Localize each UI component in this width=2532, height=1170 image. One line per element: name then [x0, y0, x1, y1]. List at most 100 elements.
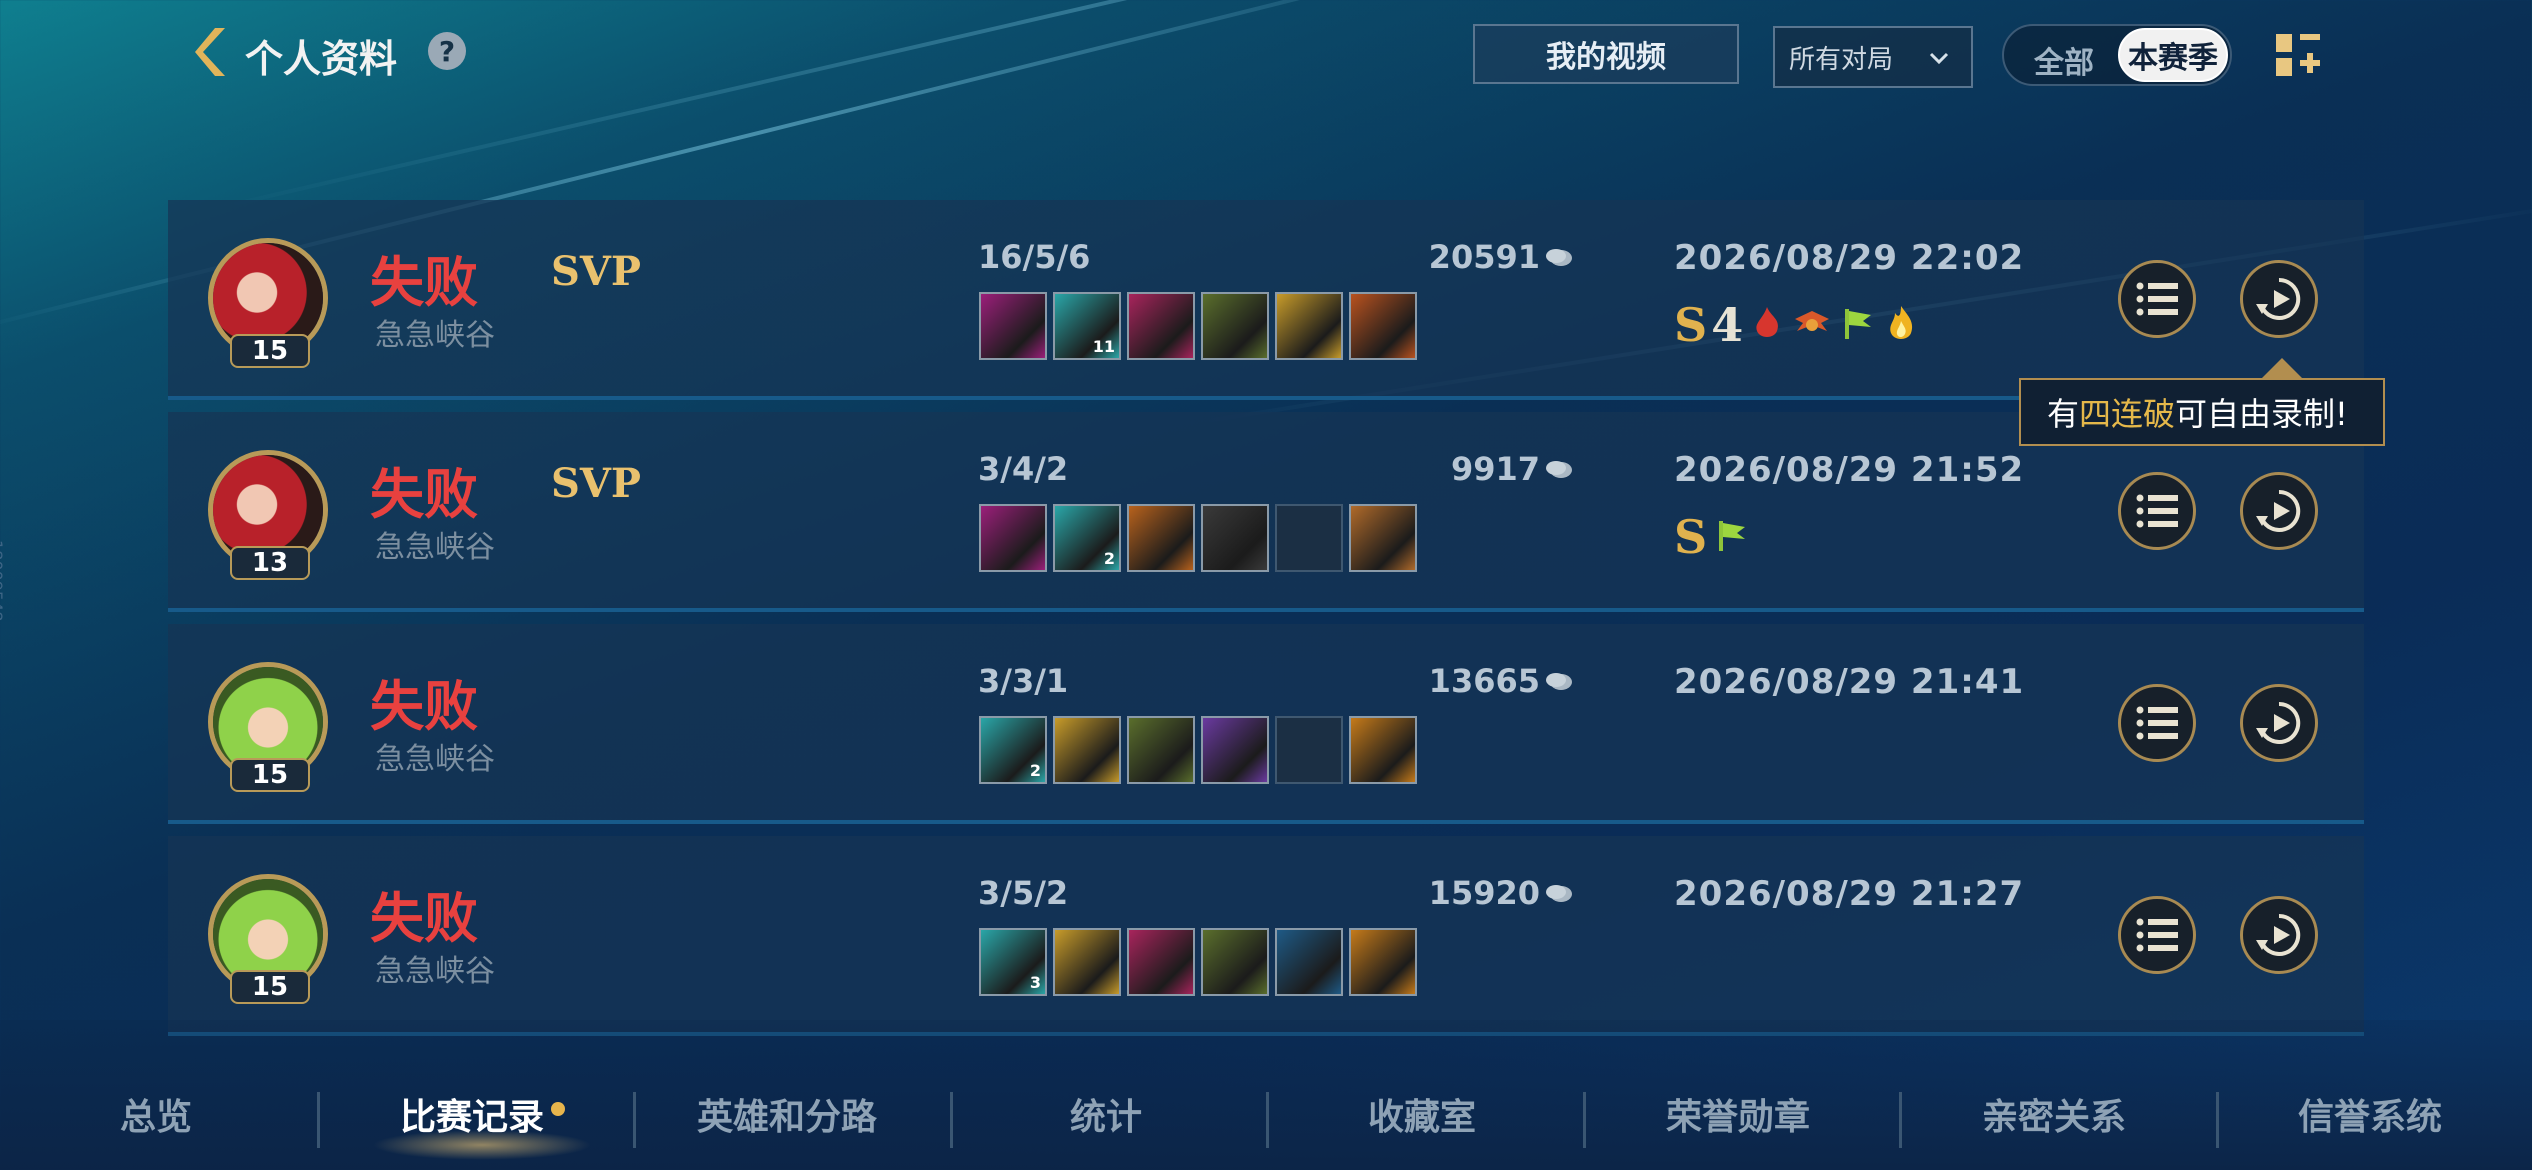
side-id: 18009548 [0, 540, 6, 622]
match-row[interactable]: 15 失败 急急峡谷 SVP 16/5/6 20591 11 2026/08/29 22:02… [168, 200, 2364, 400]
rating-s-badge: S [1674, 298, 1708, 352]
game-mode: 急急峡谷 [375, 954, 495, 989]
nav-divider [2216, 1092, 2219, 1148]
item-list: 11 [979, 292, 1417, 360]
item-stack-count: 3 [1029, 973, 1041, 992]
coin-icon [1546, 249, 1572, 266]
item-icon [1053, 928, 1121, 996]
match-detail-button[interactable] [2118, 684, 2196, 762]
nav-overview[interactable]: 总览 [120, 1088, 192, 1140]
item-icon [979, 504, 1047, 572]
nav-relationships[interactable]: 亲密关系 [1982, 1088, 2126, 1140]
item-icon [1201, 504, 1269, 572]
item-icon [1349, 716, 1417, 784]
nav-divider [1899, 1092, 1902, 1148]
chevron-down-icon [1929, 52, 1949, 65]
fire-gold-icon [1881, 303, 1921, 347]
my-videos-button[interactable]: 我的视频 [1473, 24, 1739, 84]
gold-count: 13665 [1429, 662, 1574, 700]
svp-badge: SVP [551, 248, 641, 295]
match-detail-button[interactable] [2118, 896, 2196, 974]
match-result: 失败 [370, 251, 478, 314]
flame-red-icon [1747, 303, 1787, 347]
item-list: 2 [979, 716, 1417, 784]
replay-record-button[interactable] [2240, 260, 2318, 338]
item-icon: 3 [979, 928, 1047, 996]
match-detail-button[interactable] [2118, 260, 2196, 338]
achievement-badges: S4 [1674, 298, 1921, 352]
help-icon[interactable]: ? [428, 32, 466, 70]
nav-heroes-lanes[interactable]: 英雄和分路 [697, 1088, 877, 1140]
layout-grid-icon[interactable] [2276, 34, 2320, 78]
flag-green-icon [1711, 515, 1751, 559]
item-icon [1275, 928, 1343, 996]
gold-value: 15920 [1428, 874, 1540, 912]
replay-record-button[interactable] [2240, 684, 2318, 762]
tooltip-highlight: 四连破 [2079, 395, 2176, 433]
gold-count: 20591 [1429, 238, 1574, 276]
item-stack-count: 11 [1092, 337, 1115, 356]
list-icon [2136, 282, 2178, 316]
item-icon [1127, 504, 1195, 572]
game-mode: 急急峡谷 [375, 530, 495, 565]
match-row[interactable]: 15 失败急急峡谷 3/3/1 13665 2 2026/08/29 21:41 [168, 624, 2364, 824]
chevron-left-icon [195, 28, 225, 76]
page-title: 个人资料 [245, 37, 398, 81]
hero-level: 13 [230, 546, 310, 580]
item-list: 2 [979, 504, 1417, 572]
tooltip-prefix: 有 [2047, 395, 2080, 433]
item-icon: 11 [1053, 292, 1121, 360]
gold-value: 20591 [1428, 238, 1540, 276]
item-icon [1349, 292, 1417, 360]
item-icon: 2 [1053, 504, 1121, 572]
bottom-nav: 总览 比赛记录 英雄和分路 统计 收藏室 荣誉勋章 亲密关系 信誉系统 [0, 1020, 2532, 1170]
list-icon [2136, 706, 2178, 740]
item-stack-count: 2 [1029, 761, 1041, 780]
replay-record-button[interactable] [2240, 896, 2318, 974]
nav-collection[interactable]: 收藏室 [1368, 1088, 1476, 1140]
gold-value: 13665 [1428, 662, 1540, 700]
list-icon [2136, 494, 2178, 528]
achievement-badges: S [1674, 510, 1751, 564]
game-mode: 急急峡谷 [375, 742, 495, 777]
item-icon [1349, 928, 1417, 996]
coin-icon [1546, 885, 1572, 902]
kda: 16/5/6 [978, 238, 1091, 276]
hero-level: 15 [230, 334, 310, 368]
nav-match-history[interactable]: 比赛记录 [400, 1088, 544, 1140]
match-row[interactable]: 15 失败 急急峡谷 3/5/2 15920 3 2026/08/29 21:27 [168, 836, 2364, 1036]
match-date: 2026/08/29 21:27 [1674, 874, 2025, 914]
toggle-season[interactable]: 本赛季 [2118, 28, 2228, 82]
replay-icon [2256, 701, 2301, 744]
match-filter-select[interactable]: 所有对局 [1773, 26, 1973, 88]
kda: 3/4/2 [978, 450, 1069, 488]
kda: 3/3/1 [978, 662, 1069, 700]
nav-divider [1266, 1092, 1269, 1148]
nav-divider [950, 1092, 953, 1148]
gold-count: 9917 [1451, 450, 1574, 488]
game-mode: 急急峡谷 [375, 318, 495, 353]
nav-divider [1583, 1092, 1586, 1148]
match-result: 失败 [370, 675, 478, 738]
hero-level: 15 [230, 758, 310, 792]
nav-credit[interactable]: 信誉系统 [2298, 1088, 2442, 1140]
replay-record-button[interactable] [2240, 472, 2318, 550]
svp-badge: SVP [551, 460, 641, 507]
toggle-all[interactable]: 全部 [2034, 38, 2094, 82]
nav-divider [317, 1092, 320, 1148]
back-button[interactable] [195, 22, 235, 82]
match-date: 2026/08/29 21:41 [1674, 662, 2025, 702]
item-list: 3 [979, 928, 1417, 996]
kda: 3/5/2 [978, 874, 1069, 912]
coin-icon [1546, 461, 1572, 478]
hero-level: 15 [230, 970, 310, 1004]
wings-red-icon [1791, 303, 1833, 347]
nav-stats[interactable]: 统计 [1070, 1088, 1142, 1140]
match-detail-button[interactable] [2118, 472, 2196, 550]
item-icon [1127, 928, 1195, 996]
rating-s-badge: S [1674, 510, 1708, 564]
nav-honors[interactable]: 荣誉勋章 [1666, 1088, 1810, 1140]
season-toggle[interactable]: 全部 本赛季 [2002, 24, 2232, 86]
item-icon [1127, 716, 1195, 784]
item-icon [1275, 292, 1343, 360]
